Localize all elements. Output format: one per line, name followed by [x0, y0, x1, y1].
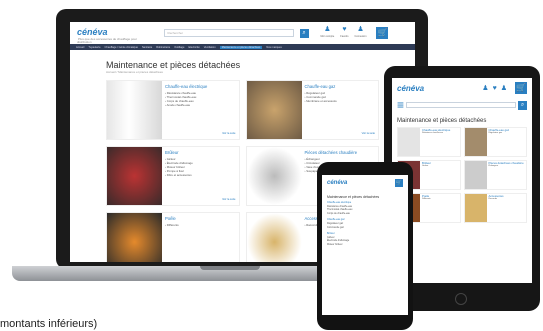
category-title[interactable]: Chauffe-eau gaz: [305, 84, 376, 89]
tagline: Plus que des accessoires de chauffage po…: [78, 37, 137, 41]
category-card[interactable]: Chauffe-eau gaz Régulateur gaz: [463, 127, 527, 157]
laptop-notch: [200, 266, 260, 270]
nav-item[interactable]: Tuyauterie: [88, 46, 100, 49]
account-icon[interactable]: ♟: [482, 85, 488, 92]
nav-item-active[interactable]: Maintenance et pièces détachées: [219, 45, 263, 49]
tablet-screen: cénéva ♟ ♥ ♟ 🛒 ≡ ⌕ Maintenance et pièces…: [392, 78, 532, 283]
fittings-image: [246, 213, 302, 262]
boiler-parts-image: [246, 147, 302, 205]
nav-item[interactable]: Chauffage / Génie climatique: [105, 46, 138, 49]
menu-icon[interactable]: ≡: [397, 98, 404, 112]
category-image: [398, 128, 420, 156]
category-card[interactable]: Poêle Différents: [106, 212, 240, 262]
category-link[interactable]: Moteur brûleur: [327, 243, 403, 247]
category-link[interactable]: Membrane et accessoire: [305, 99, 376, 103]
category-card[interactable]: Chauffe-eau gaz Régulateur gaz Commande …: [245, 80, 379, 140]
category-card[interactable]: Accessoires Raccords: [463, 193, 527, 223]
nav-item[interactable]: Accueil: [76, 46, 84, 49]
cart-icon[interactable]: 🛒: [376, 27, 389, 39]
gas-heater-image: [246, 81, 302, 139]
nav-item[interactable]: Electricité: [188, 46, 199, 49]
search-icon[interactable]: ⌕: [518, 100, 527, 110]
category-link[interactable]: Différents: [165, 223, 236, 227]
nav-item[interactable]: Sanitaire: [142, 46, 152, 49]
category-link[interactable]: Raccords: [489, 198, 504, 201]
category-image: [464, 161, 487, 189]
category-link[interactable]: Gicleur: [422, 165, 431, 168]
breadcrumb[interactable]: Accueil / Maintenance et pièces détachée…: [106, 70, 379, 74]
laptop-base: [12, 266, 342, 281]
category-card[interactable]: Chauffe-eau électrique Résistance chauff…: [106, 80, 240, 140]
account-icon[interactable]: ♟ Mon compte: [321, 26, 335, 40]
category-card[interactable]: Chauffe-eau électrique Résistance chauffe…: [397, 127, 461, 157]
water-heater-image: [107, 81, 162, 139]
brand-logo[interactable]: cénéva: [397, 84, 424, 93]
category-link[interactable]: Corps de chauffe-eau: [327, 212, 403, 216]
cart-icon[interactable]: 🛒: [515, 82, 527, 94]
category-title[interactable]: Poêle: [165, 216, 236, 221]
heart-icon[interactable]: ♥: [493, 85, 497, 92]
user-icon[interactable]: ♟: [501, 85, 507, 92]
site-header: cénéva distribution Plus que des accessoi…: [70, 22, 415, 44]
category-link[interactable]: Régulateur gaz: [489, 132, 510, 135]
search-input[interactable]: Rechercher: [163, 29, 294, 37]
category-image: [464, 194, 487, 222]
stove-image: [107, 213, 162, 262]
search-icon[interactable]: ⌕: [299, 28, 309, 38]
page-title: Maintenance et pièces détachées: [327, 195, 380, 199]
see-more-link[interactable]: Voir la suite: [222, 198, 235, 201]
burner-image: [107, 147, 162, 205]
tablet-home-button[interactable]: [455, 293, 467, 305]
nav-item[interactable]: Robinetterie: [156, 46, 170, 49]
category-image: [464, 128, 487, 156]
caption: montants inférieurs): [0, 318, 98, 330]
category-title[interactable]: Pièces détachées chaudière: [305, 150, 376, 155]
page-title: Maintenance et pièces détachées: [106, 60, 241, 70]
nav-item[interactable]: Outillage: [174, 46, 184, 49]
category-title[interactable]: Chauffe-eau électrique: [165, 84, 236, 89]
nav-item[interactable]: Nos marques: [266, 46, 281, 49]
category-link[interactable]: Commande gaz: [327, 226, 403, 230]
phone-screen: cénéva 🛒 Maintenance et pièces détachées…: [322, 175, 408, 315]
category-list: Chauffe-eau électrique Résistance chauff…: [322, 201, 408, 247]
see-more-link[interactable]: Voir la suite: [362, 132, 375, 135]
search-input[interactable]: [406, 102, 516, 108]
category-card[interactable]: Brûleur Gicleur Électrode d'allumage Mot…: [106, 146, 240, 206]
category-title[interactable]: Brûleur: [165, 150, 236, 155]
category-link[interactable]: Résistance chauffe-eau: [422, 132, 450, 135]
brand-logo[interactable]: cénéva: [327, 180, 347, 186]
category-link[interactable]: Anode chauffe-eau: [165, 103, 236, 107]
see-more-link[interactable]: Voir la suite: [222, 132, 235, 135]
category-card[interactable]: Pièces détachées chaudière Échangeur: [463, 160, 527, 190]
cart-icon[interactable]: 🛒: [395, 179, 403, 187]
nav-item[interactable]: Ventilation: [204, 46, 216, 49]
heart-icon[interactable]: ♥ Favoris: [340, 26, 348, 40]
category-link[interactable]: Différents: [422, 198, 431, 201]
category-link[interactable]: Échangeur: [489, 165, 524, 168]
user-icon[interactable]: ♟ Connexion: [355, 26, 367, 40]
category-link[interactable]: Filtre et accessoires: [165, 173, 236, 177]
